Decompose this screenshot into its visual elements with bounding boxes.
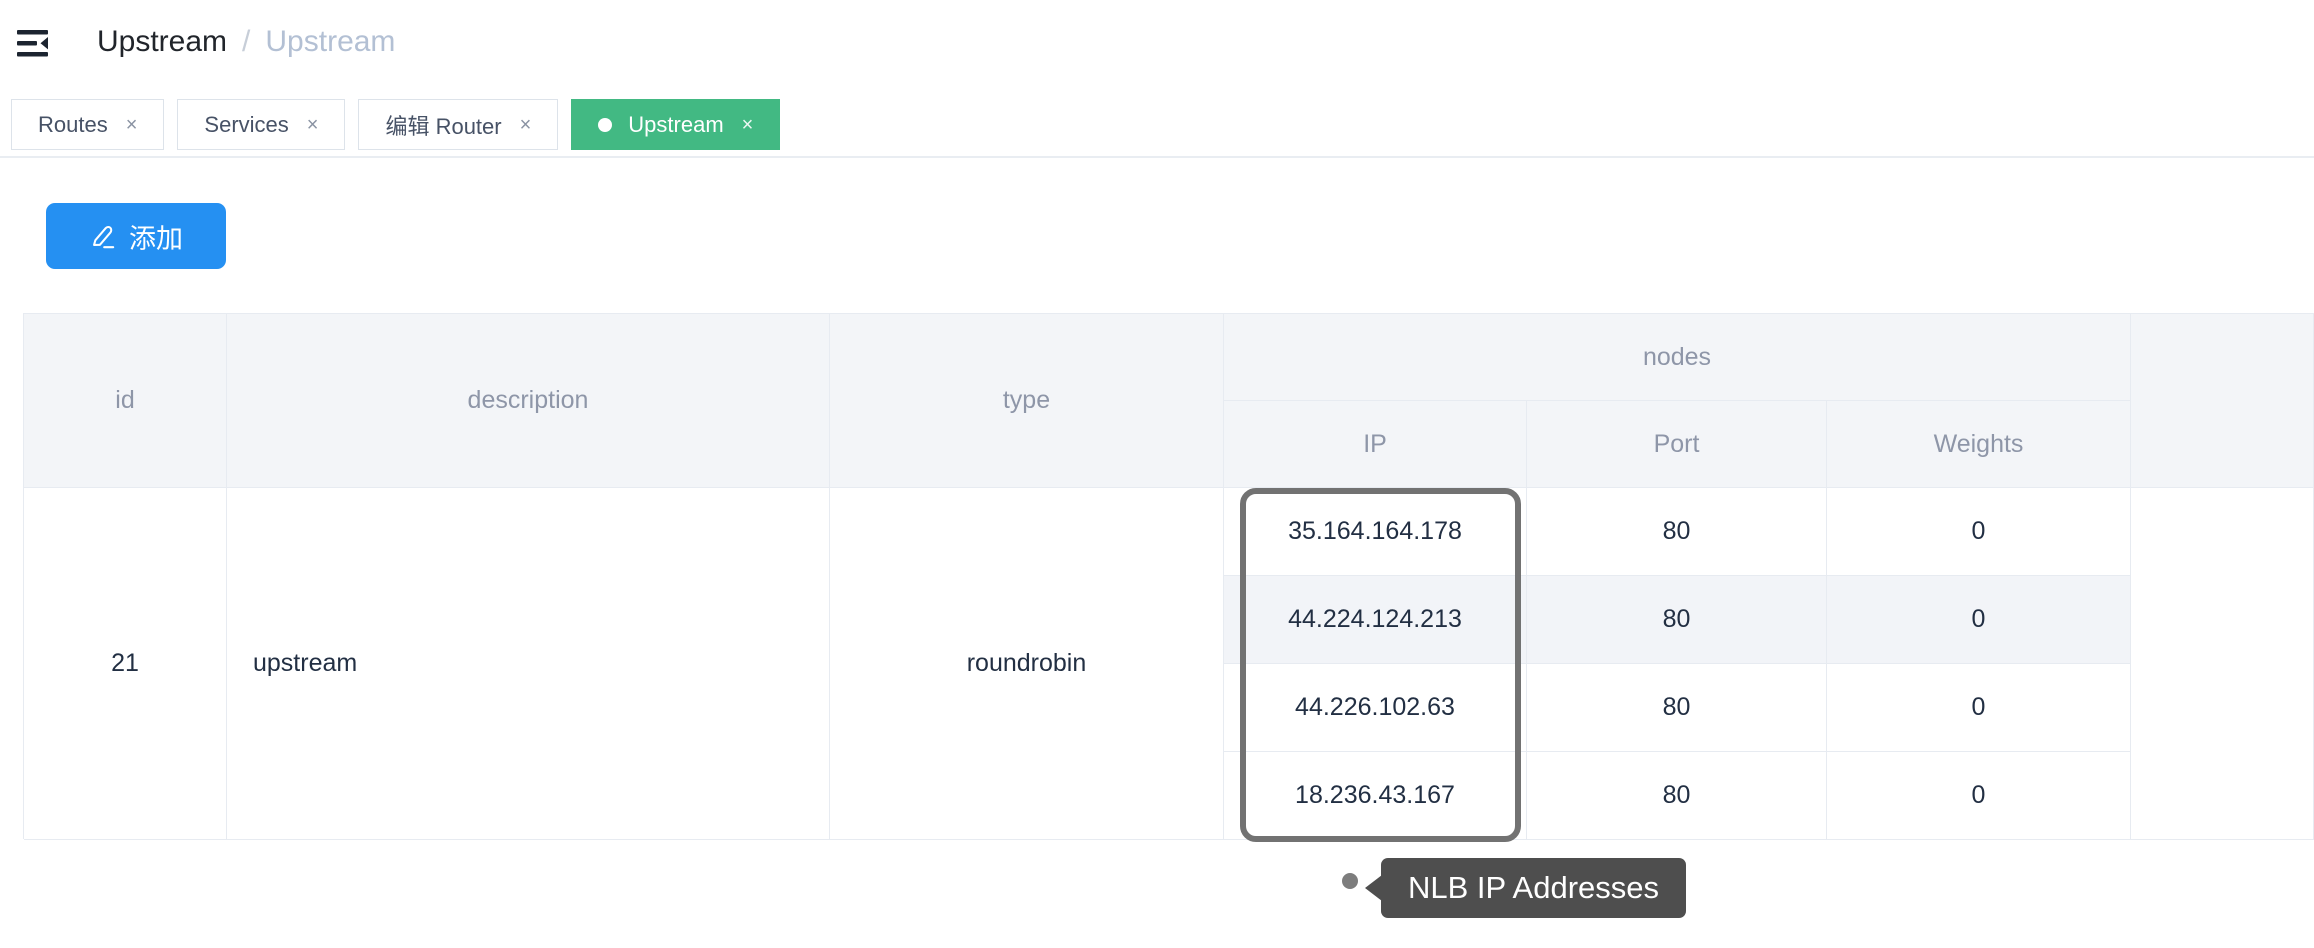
col-header-nodes-group: nodes [1224,314,2131,401]
tab-label: Routes [38,112,108,138]
node-ip: 44.224.124.213 [1224,576,1527,664]
upstream-table: id description type nodes IP Port Weight… [23,313,2314,839]
node-port: 80 [1527,664,1827,752]
col-header-id: id [24,314,227,488]
tab-services[interactable]: Services × [177,99,345,150]
add-button[interactable]: 添加 [46,203,226,269]
tooltip-arrow-icon [1365,875,1382,901]
close-icon[interactable]: × [742,115,754,135]
edit-pencil-icon [89,223,116,250]
breadcrumb: Upstream / Upstream [97,24,395,60]
node-ip: 35.164.164.178 [1224,488,1527,576]
annotation-tooltip: NLB IP Addresses [1381,858,1686,918]
node-ip: 44.226.102.63 [1224,664,1527,752]
node-port: 80 [1527,752,1827,840]
col-header-actions [2131,314,2314,488]
close-icon[interactable]: × [126,115,138,135]
cell-id: 21 [24,488,227,840]
node-weight: 0 [1827,664,2131,752]
node-port: 80 [1527,576,1827,664]
cell-type: roundrobin [830,488,1224,840]
col-header-port: Port [1527,401,1827,488]
page: Upstream / Upstream Routes × Services × … [0,0,2314,948]
breadcrumb-current: Upstream [265,25,395,59]
close-icon[interactable]: × [520,115,532,135]
active-tab-dot-icon [598,118,612,132]
annotation-dot-icon [1342,873,1358,889]
menu-fold-icon[interactable] [16,26,50,60]
tab-label: Services [204,112,288,138]
cell-actions [2131,488,2314,840]
tabbar-divider [0,156,2314,158]
breadcrumb-section[interactable]: Upstream [97,25,227,59]
node-weight: 0 [1827,752,2131,840]
col-header-ip: IP [1224,401,1527,488]
tooltip-label: NLB IP Addresses [1408,870,1659,906]
cell-description: upstream [227,488,830,840]
add-button-label: 添加 [129,217,183,256]
node-weight: 0 [1827,576,2131,664]
node-weight: 0 [1827,488,2131,576]
tab-routes[interactable]: Routes × [11,99,164,150]
breadcrumb-separator: / [242,25,250,59]
tab-label: 编辑 Router [385,109,501,141]
close-icon[interactable]: × [307,115,319,135]
tab-edit-router[interactable]: 编辑 Router × [358,99,558,150]
tab-upstream-active[interactable]: Upstream × [571,99,780,150]
tab-bar: Routes × Services × 编辑 Router × Upstream… [11,99,780,150]
col-header-description: description [227,314,830,488]
node-port: 80 [1527,488,1827,576]
col-header-type: type [830,314,1224,488]
col-header-weights: Weights [1827,401,2131,488]
node-ip: 18.236.43.167 [1224,752,1527,840]
tab-label: Upstream [628,112,723,138]
